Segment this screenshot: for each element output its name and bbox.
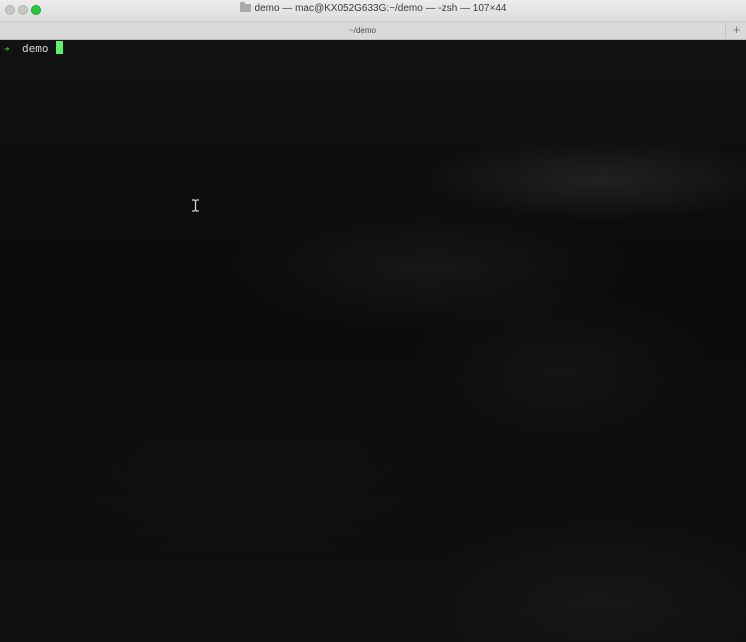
prompt-line: ➜ demo xyxy=(4,41,63,55)
window-title-area: demo — mac@KX052G633G:~/demo — -zsh — 10… xyxy=(0,2,746,14)
new-tab-button[interactable]: + xyxy=(727,22,746,39)
folder-icon xyxy=(239,2,251,12)
text-cursor xyxy=(55,41,63,54)
tab-demo[interactable]: ~/demo xyxy=(0,22,726,39)
terminal-window: demo — mac@KX052G633G:~/demo — -zsh — 10… xyxy=(0,0,746,642)
terminal-content[interactable]: ➜ demo xyxy=(0,40,746,642)
tab-bar: ~/demo + xyxy=(0,22,746,40)
prompt-arrow-icon: ➜ xyxy=(4,45,10,55)
window-title: demo — mac@KX052G633G:~/demo — -zsh — 10… xyxy=(254,3,507,14)
ibeam-cursor-icon xyxy=(192,199,199,212)
title-bar[interactable]: demo — mac@KX052G633G:~/demo — -zsh — 10… xyxy=(0,0,746,22)
prompt-directory: demo xyxy=(22,42,49,55)
